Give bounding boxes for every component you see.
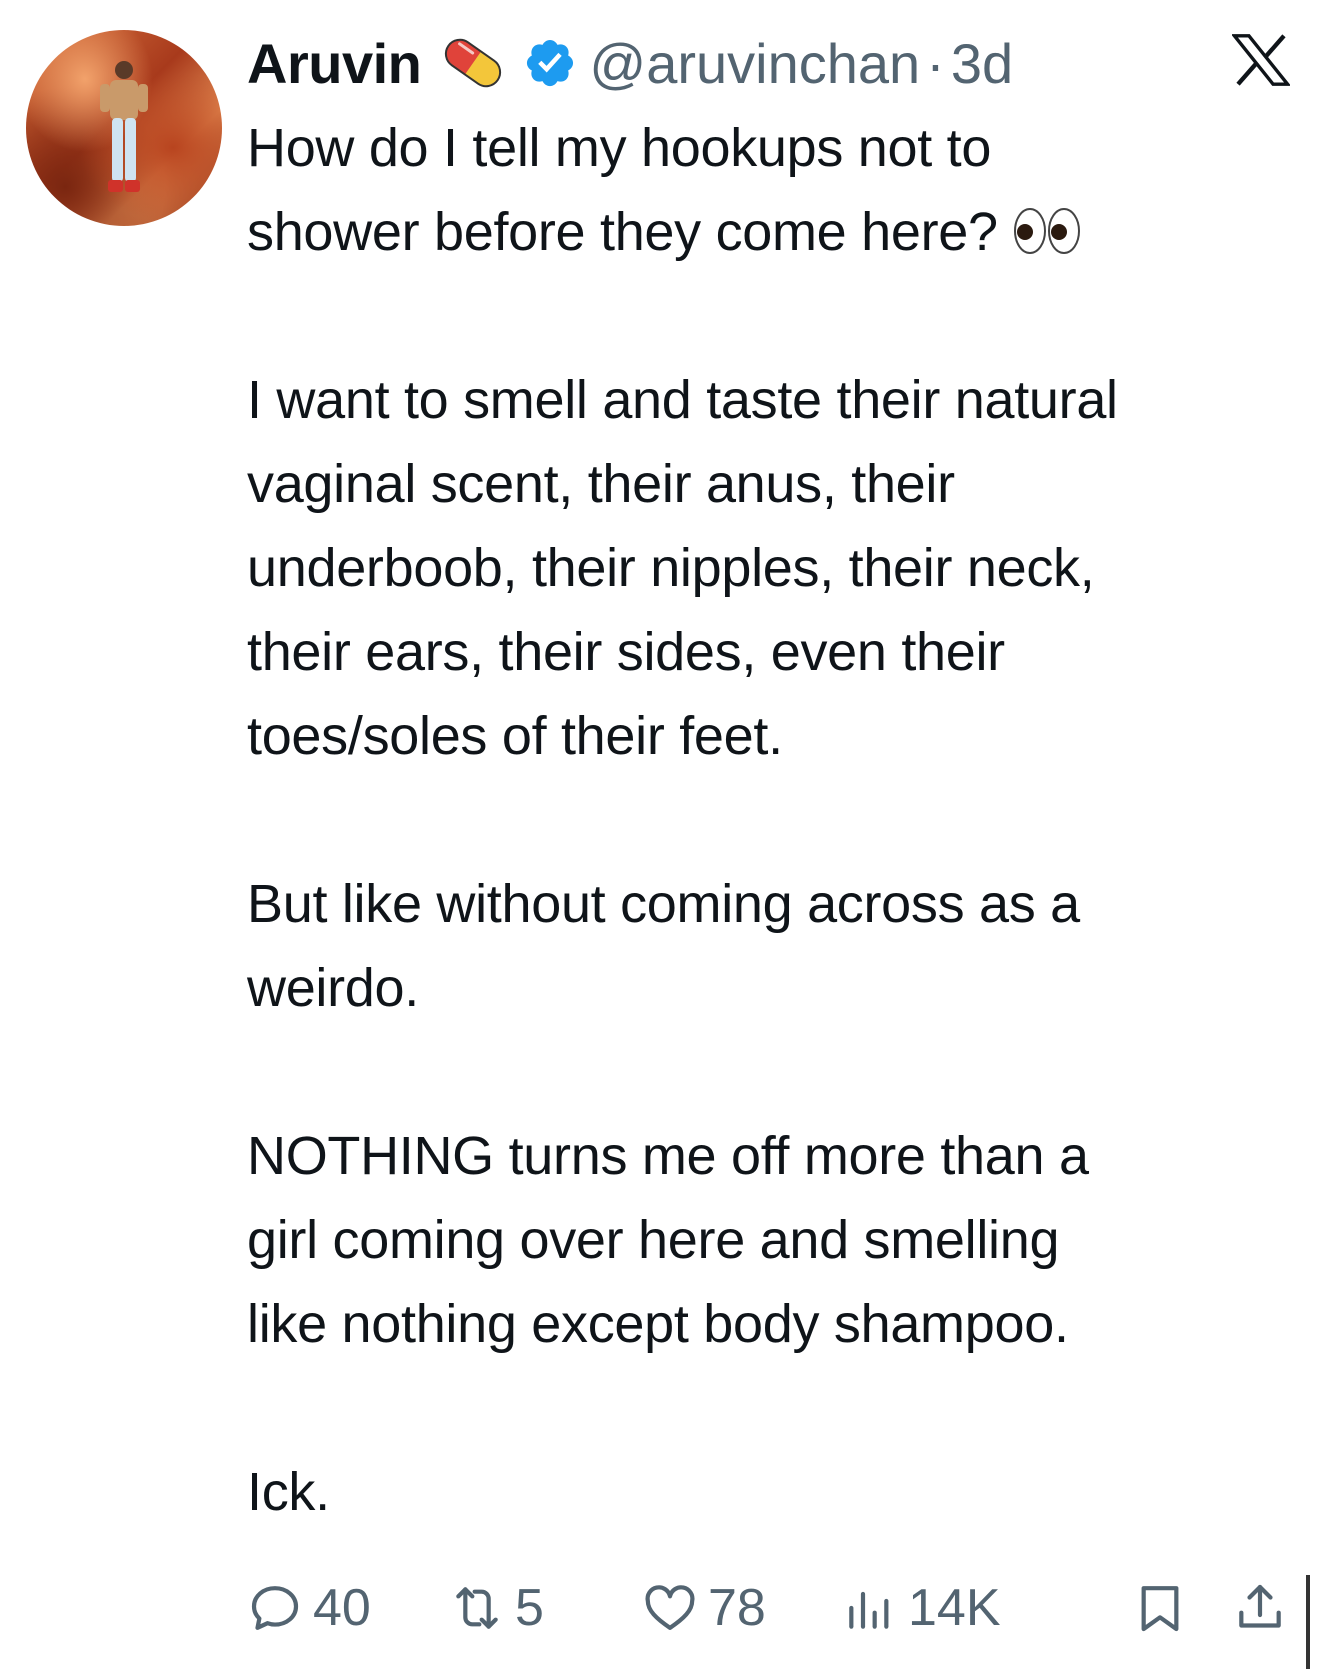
like-count: 78 [708, 1579, 766, 1637]
share-button[interactable] [1232, 1570, 1298, 1646]
header-separator: · [926, 31, 945, 95]
action-bar: 40 5 78 14K [247, 1570, 1307, 1646]
repost-icon [456, 1587, 498, 1629]
avatar[interactable] [26, 30, 222, 226]
views-button[interactable]: 14K [842, 1570, 1001, 1646]
reply-button[interactable]: 40 [247, 1570, 371, 1646]
pill-emoji-icon [445, 38, 502, 88]
tweet-paragraph-text: How do I tell my hookups not to shower b… [247, 118, 998, 262]
bookmark-icon [1141, 1586, 1179, 1632]
repost-count: 5 [515, 1579, 544, 1637]
tweet-paragraph: But like without coming across as a weir… [247, 874, 1080, 1018]
tweet-paragraph: I want to smell and taste their natural … [247, 370, 1118, 766]
reply-count: 40 [313, 1579, 371, 1637]
avatar-person-figure [100, 61, 148, 192]
views-icon [849, 1591, 889, 1629]
scrollbar[interactable] [1306, 1575, 1310, 1669]
like-button[interactable]: 78 [642, 1570, 766, 1646]
share-icon [1239, 1584, 1281, 1628]
bookmark-button[interactable] [1132, 1570, 1198, 1646]
eyes-emoji-icon [1014, 208, 1081, 254]
tweet-paragraph: NOTHING turns me off more than a girl co… [247, 1126, 1089, 1354]
views-count: 14K [908, 1579, 1001, 1637]
x-logo-icon[interactable] [1232, 33, 1290, 87]
tweet-paragraph: Ick. [247, 1462, 330, 1522]
tweet-body: How do I tell my hookups not to shower b… [247, 106, 1307, 1534]
repost-button[interactable]: 5 [449, 1570, 544, 1646]
post-timestamp[interactable]: 3d [951, 31, 1013, 96]
verified-badge-icon[interactable] [523, 36, 577, 90]
tweet-paragraph: How do I tell my hookups not to shower b… [247, 106, 1307, 274]
reply-icon [251, 1586, 299, 1630]
heart-icon [645, 1585, 695, 1630]
author-handle[interactable]: @aruvinchan [589, 31, 920, 96]
tweet-header: Aruvin @aruvinchan · 3d [247, 28, 1013, 98]
author-name[interactable]: Aruvin [247, 31, 422, 96]
